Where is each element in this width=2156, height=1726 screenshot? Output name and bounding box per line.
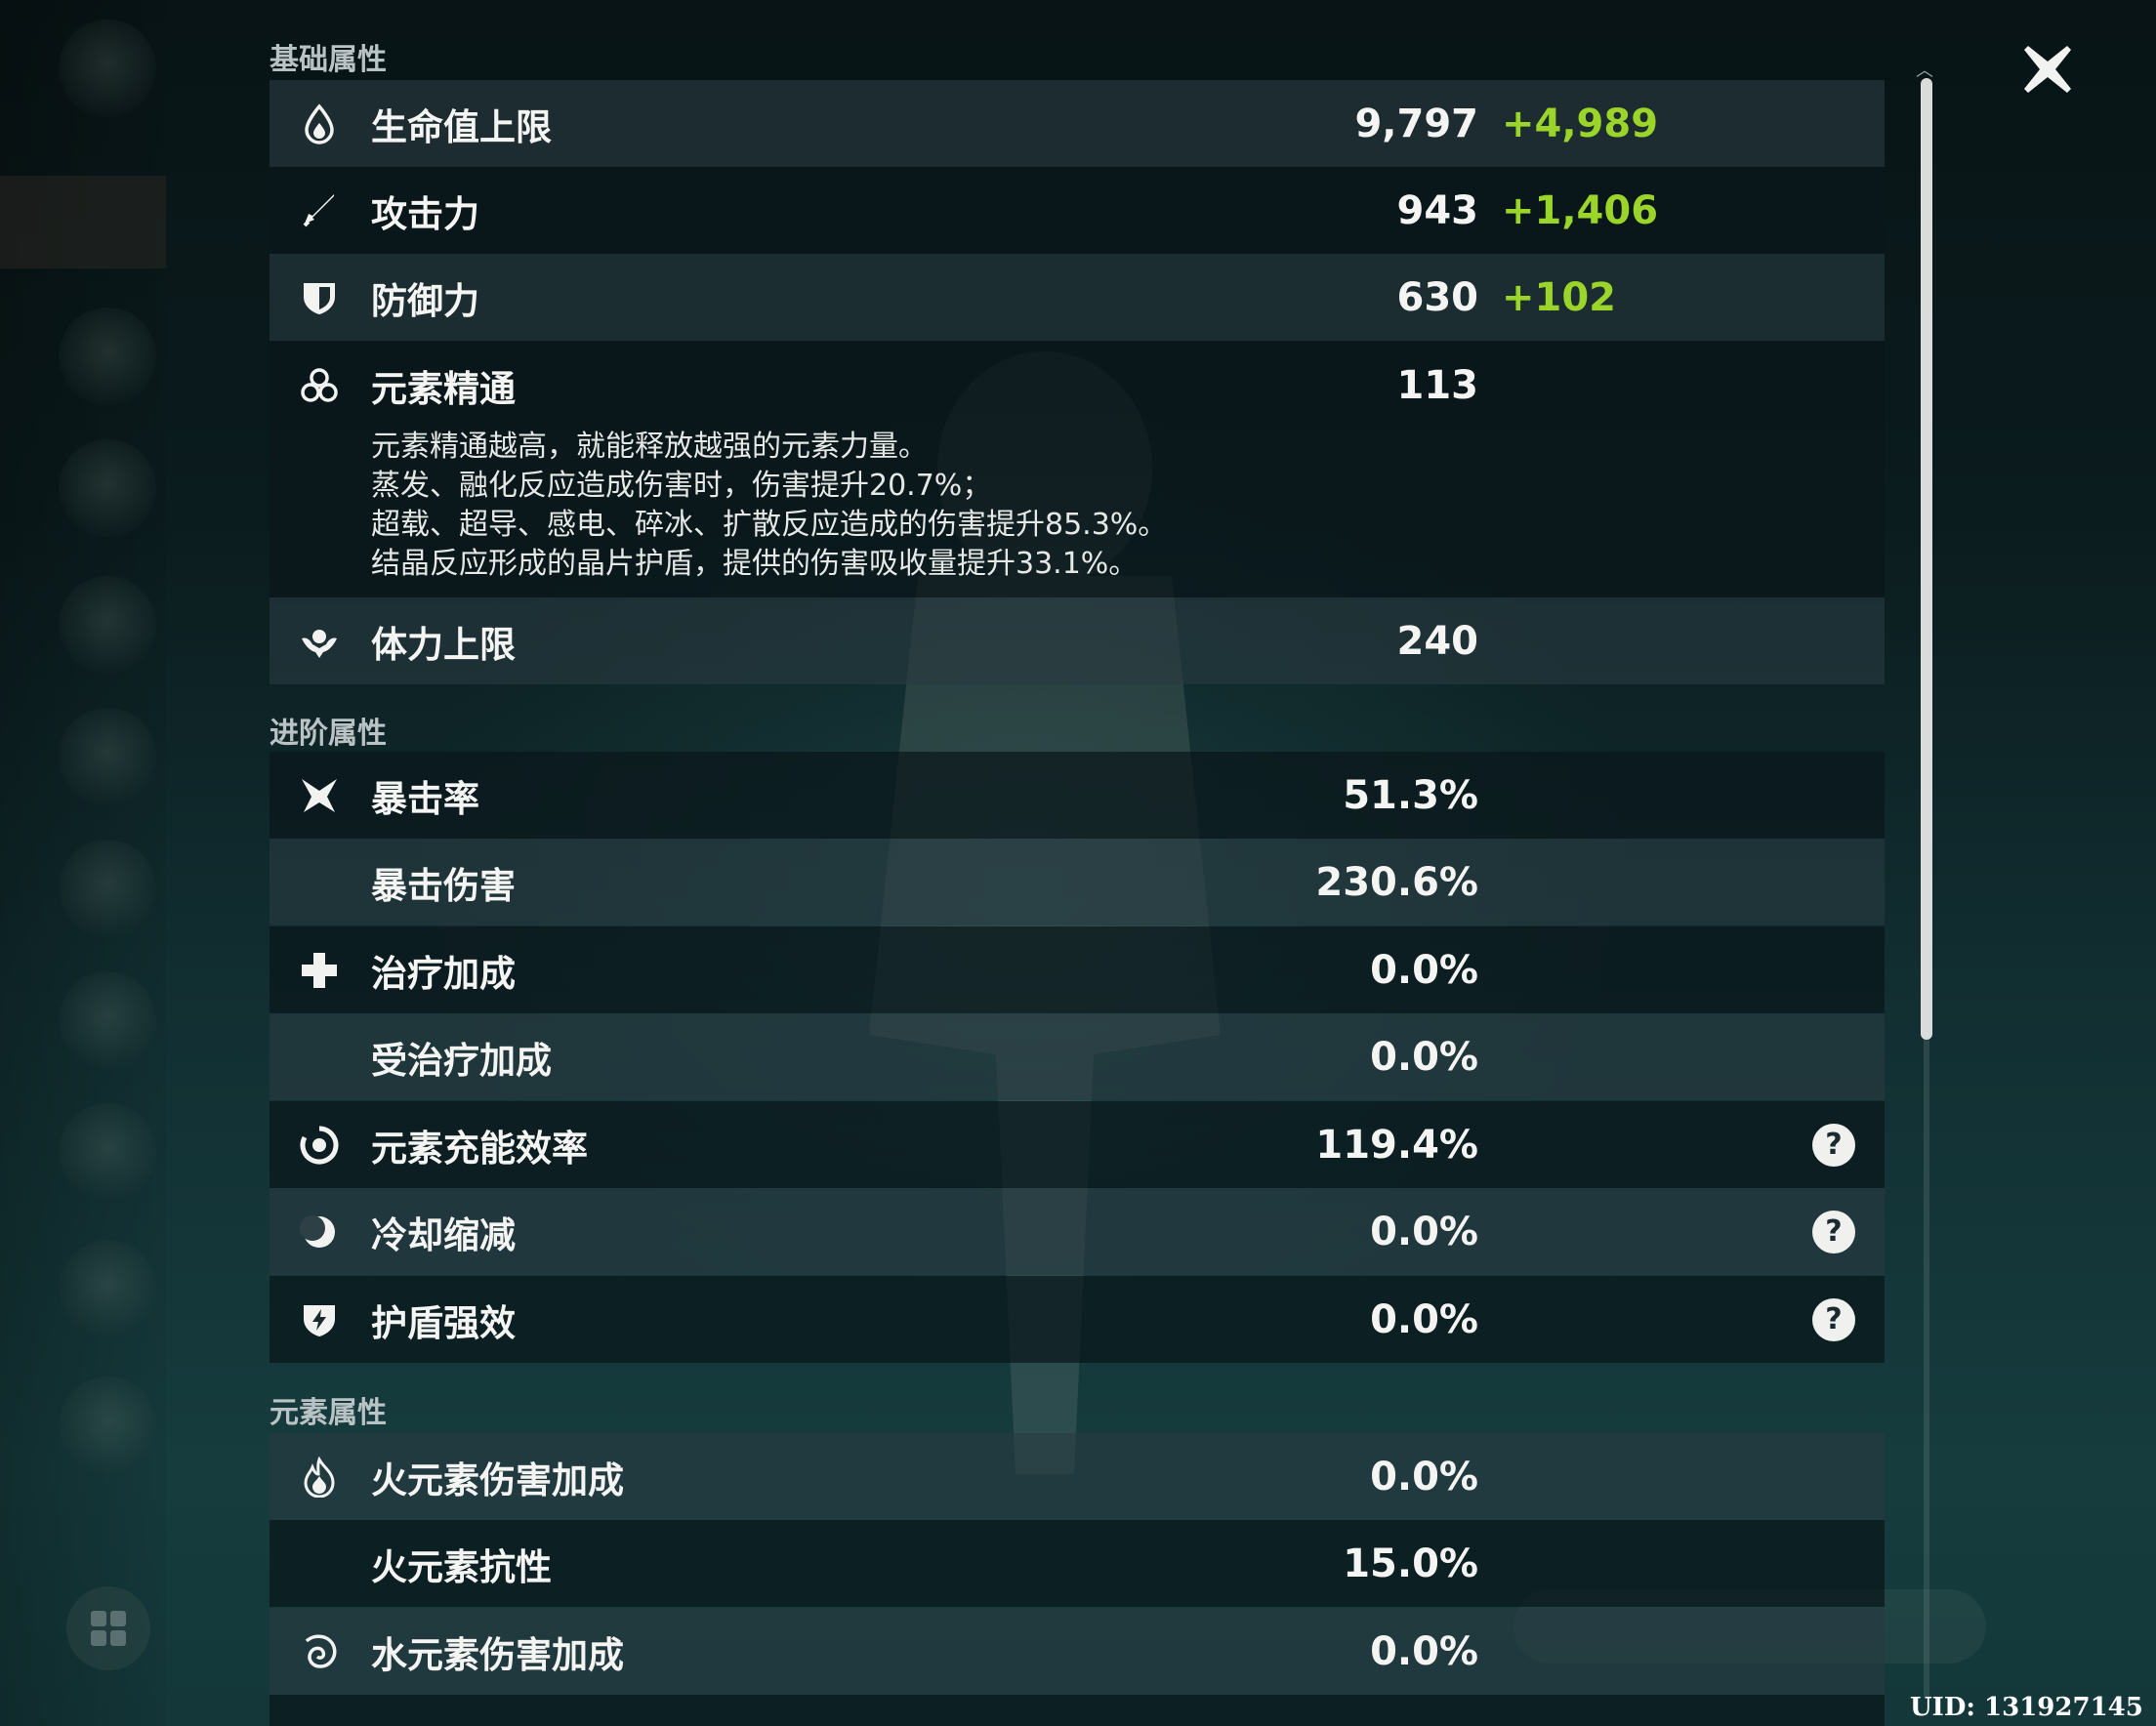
- sidebar-character-avatar[interactable]: [59, 1377, 156, 1474]
- stat-bonus: +1,406: [1502, 187, 1659, 233]
- scrollbar-thumb[interactable]: [1921, 78, 1932, 1040]
- stat-row-atk: 攻击力 943 +1,406: [270, 167, 1885, 254]
- close-icon: [2024, 46, 2071, 93]
- help-icon[interactable]: ?: [1812, 1123, 1855, 1167]
- help-icon[interactable]: ?: [1812, 1297, 1855, 1341]
- stat-value: 0.0%: [1370, 947, 1478, 993]
- stat-value: 230.6%: [1315, 859, 1478, 905]
- stat-row-def: 防御力 630 +102: [270, 254, 1885, 341]
- description-line: 结晶反应形成的晶片护盾，提供的伤害吸收量提升33.1%。: [371, 547, 1139, 581]
- section-title-elemental: 元素属性: [270, 1396, 387, 1430]
- sidebar-character-avatar[interactable]: [59, 1103, 156, 1201]
- stat-row-em: 元素精通 113: [270, 342, 1885, 429]
- sidebar-character-avatar[interactable]: [59, 840, 156, 937]
- section-title-basic: 基础属性: [270, 43, 387, 77]
- stat-value: 15.0%: [1343, 1541, 1478, 1586]
- stat-row-crit-dmg: 暴击伤害 230.6%: [270, 839, 1885, 925]
- stat-row-partial: [270, 1695, 1885, 1726]
- stat-row-hp: 生命值上限 9,797 +4,989: [270, 80, 1885, 167]
- stat-row-pyro-dmg: 火元素伤害加成 0.0%: [270, 1433, 1885, 1520]
- stat-row-crit-rate: 暴击率 51.3%: [270, 752, 1885, 839]
- stat-bonus: +102: [1502, 274, 1617, 320]
- stat-value: 0.0%: [1370, 1034, 1478, 1080]
- close-button[interactable]: [2013, 35, 2082, 103]
- sidebar-selected-highlight: [0, 176, 166, 268]
- stat-row-shield-strength: 护盾强效 0.0% ?: [270, 1276, 1885, 1363]
- stat-value: 113: [1396, 362, 1479, 408]
- description-line: 元素精通越高，就能释放越强的元素力量。: [371, 430, 928, 464]
- stat-value: 119.4%: [1315, 1122, 1478, 1168]
- stat-row-hydro-dmg: 水元素伤害加成 0.0%: [270, 1608, 1885, 1695]
- sidebar-character-avatar[interactable]: [59, 708, 156, 805]
- stat-value: 0.0%: [1370, 1454, 1478, 1500]
- sidebar-character-avatar[interactable]: [59, 576, 156, 674]
- stat-value: 0.0%: [1370, 1209, 1478, 1254]
- sidebar-emblem-icon[interactable]: [59, 20, 156, 117]
- sidebar-character-avatar[interactable]: [59, 308, 156, 405]
- stat-value: 630: [1396, 274, 1479, 320]
- stat-row-pyro-res: 火元素抗性 15.0%: [270, 1520, 1885, 1607]
- stat-row-incoming-healing: 受治疗加成 0.0%: [270, 1013, 1885, 1100]
- description-line: 蒸发、融化反应造成伤害时，伤害提升20.7%；: [371, 469, 992, 503]
- sidebar-character-avatar[interactable]: [59, 1240, 156, 1337]
- stat-row-stamina: 体力上限 240: [270, 597, 1885, 684]
- section-title-advanced: 进阶属性: [270, 717, 387, 751]
- stat-value: 943: [1396, 187, 1479, 233]
- stat-value: 0.0%: [1370, 1296, 1478, 1342]
- stat-value: 9,797: [1354, 101, 1478, 146]
- help-icon[interactable]: ?: [1812, 1210, 1855, 1253]
- stat-value: 240: [1396, 618, 1479, 664]
- stat-bonus: +4,989: [1502, 101, 1659, 146]
- stat-row-healing-bonus: 治疗加成 0.0%: [270, 926, 1885, 1013]
- sidebar-character-avatar[interactable]: [59, 971, 156, 1069]
- stat-row-cooldown-reduction: 冷却缩减 0.0% ?: [270, 1188, 1885, 1275]
- elemental-mastery-description: 元素精通越高，就能释放越强的元素力量。 蒸发、融化反应造成伤害时，伤害提升20.…: [371, 428, 1167, 584]
- stat-row-energy-recharge: 元素充能效率 119.4% ?: [270, 1101, 1885, 1188]
- grid-icon: [91, 1611, 126, 1646]
- uid-label: UID: 131927145: [1910, 1693, 2143, 1722]
- stat-value: 51.3%: [1343, 772, 1478, 818]
- grid-menu-button[interactable]: [66, 1586, 150, 1670]
- description-line: 超载、超导、感电、碎冰、扩散反应造成的伤害提升85.3%。: [371, 508, 1168, 542]
- stat-value: 0.0%: [1370, 1628, 1478, 1674]
- sidebar-character-avatar[interactable]: [59, 439, 156, 537]
